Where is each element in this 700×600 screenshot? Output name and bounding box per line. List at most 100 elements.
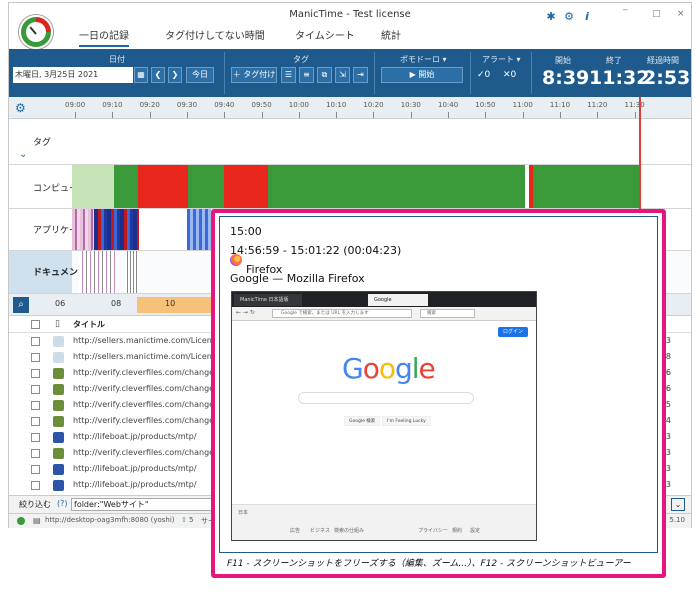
tab-untagged-time[interactable]: タグ付けしてない時間 [165, 27, 265, 42]
maximize-button[interactable]: □ [652, 9, 661, 19]
alert-ok-count[interactable]: ✓0 [477, 70, 490, 80]
footer-link: ビジネス [310, 528, 331, 534]
computer-usage-lane[interactable]: コンピューターの使用 [9, 165, 691, 209]
footer-link: 検索の仕組み [334, 528, 365, 534]
google-search-box [298, 392, 474, 404]
usage-bar[interactable] [268, 165, 525, 208]
usage-bar[interactable] [533, 165, 641, 208]
toolbar-separator [374, 52, 375, 94]
footer-link: 規約 [452, 528, 463, 534]
hour-label: 10 [165, 299, 176, 308]
app-bar[interactable] [187, 209, 211, 250]
alert-x-count[interactable]: ✕0 [503, 70, 516, 80]
ruler-tick-line [112, 112, 114, 118]
row-checkbox[interactable] [31, 401, 40, 410]
time-ruler[interactable]: ⚙ 09:00 09:10 09:20 09:30 09:40 09:50 10:00 10:… [9, 97, 691, 119]
row-checkbox[interactable] [31, 385, 40, 394]
settings-gear-icon[interactable]: ⚙ [15, 101, 26, 115]
gear-icon[interactable]: ⚙ [563, 11, 575, 23]
list-view-icon[interactable]: ☰ [281, 67, 296, 83]
puzzle-icon[interactable]: ✱ [545, 11, 557, 23]
google-logo-icon: Google [342, 352, 436, 385]
chevron-down-icon[interactable]: ⌄ [19, 149, 27, 160]
ruler-tick-label: 09:10 [102, 101, 123, 109]
add-tag-button[interactable]: ＋ タグ付け [231, 67, 277, 83]
tooltip-time: 15:00 [230, 225, 262, 238]
selected-range[interactable] [137, 297, 217, 313]
usage-bar[interactable] [114, 165, 138, 208]
help-icon[interactable]: (?) [57, 499, 68, 508]
google-search-button: Google 検索 [344, 416, 381, 426]
row-checkbox[interactable] [31, 449, 40, 458]
add-tag-label: タグ付け [243, 70, 276, 79]
ruler-tick-label: 10:10 [326, 101, 347, 109]
app-bar[interactable] [72, 209, 94, 250]
info-icon[interactable]: i [581, 11, 593, 23]
status-count: 5 [189, 516, 194, 524]
today-button[interactable]: 今日 [186, 67, 214, 83]
google-lucky-button: I'm Feeling Lucky [382, 416, 431, 426]
end-time-value: 11:32 [589, 67, 650, 89]
site-favicon-icon [53, 464, 64, 475]
ruler-tick-line [75, 112, 76, 118]
ruler-tick-line [634, 112, 636, 118]
tag-group-label: タグ [293, 55, 309, 64]
tab-statistics[interactable]: 統計 [381, 27, 401, 42]
app-bar[interactable] [94, 209, 139, 250]
tag-merge-icon[interactable]: ⇲ [335, 67, 350, 83]
document-header-icon: ▯ [55, 319, 60, 329]
select-all-checkbox[interactable] [31, 320, 40, 329]
row-title: http://lifeboat.jp/products/mtp/ [73, 464, 197, 473]
ruler-tick-line [410, 112, 412, 118]
pomodoro-group-label[interactable]: ポモドーロ ▾ [400, 54, 447, 65]
browser-url-field: Google で検索、または URL を入力します [272, 309, 412, 318]
title-column-header[interactable]: タイトル [73, 319, 105, 330]
tag-lane[interactable]: タグ ⌄ [9, 119, 691, 165]
toolbar-separator [470, 52, 471, 94]
server-address[interactable]: http://desktop-oag3mfh:8080 (yoshi) [45, 516, 175, 524]
next-day-button[interactable]: ❯ [168, 67, 182, 83]
row-checkbox[interactable] [31, 417, 40, 426]
date-group-label: 日付 [109, 55, 125, 64]
tab-daily-record[interactable]: 一日の記録 [79, 27, 129, 47]
tooltip-window-title: Google — Mozilla Firefox [230, 272, 365, 285]
tag-more-icon[interactable]: ⇥ [353, 67, 368, 83]
calendar-icon[interactable]: ▦ [134, 67, 148, 83]
document-bar[interactable] [79, 251, 115, 293]
row-checkbox[interactable] [31, 481, 40, 490]
ruler-tick-label: 11:00 [512, 101, 533, 109]
row-checkbox[interactable] [31, 337, 40, 346]
filter-dropdown-chevron-icon[interactable]: ⌄ [671, 498, 685, 511]
screenshot-thumbnail[interactable]: ManicTime 日本語版 Google ← → ↻ Google で検索、ま… [231, 291, 537, 541]
close-button[interactable]: × [677, 9, 685, 19]
tag-split-icon[interactable]: ⧉ [317, 67, 332, 83]
usage-bar[interactable] [224, 165, 268, 208]
pomodoro-start-button[interactable]: ▶ 開始 [381, 67, 463, 83]
usage-bar[interactable] [72, 165, 114, 208]
hour-label: 08 [111, 299, 122, 308]
ruler-tick-label: 10:30 [400, 101, 421, 109]
search-icon[interactable]: ⌕ [13, 297, 29, 313]
usage-bar[interactable] [188, 165, 224, 208]
ruler-tick-line [485, 112, 487, 118]
list-compact-icon[interactable]: ≡ [299, 67, 314, 83]
site-favicon-icon [53, 384, 64, 395]
start-time-value: 8:39 [542, 67, 590, 89]
row-checkbox[interactable] [31, 433, 40, 442]
row-title: http://verify.cleverfiles.com/changehid [73, 448, 227, 457]
minimize-button[interactable]: ‾ [623, 9, 628, 19]
row-checkbox[interactable] [31, 465, 40, 474]
alert-group-label[interactable]: アラート ▾ [482, 54, 521, 65]
row-checkbox[interactable] [31, 369, 40, 378]
previous-day-button[interactable]: ❮ [151, 67, 165, 83]
date-field[interactable]: 木曜日, 3月25日 2021 [13, 67, 133, 83]
ruler-tick-label: 09:20 [139, 101, 160, 109]
row-checkbox[interactable] [31, 353, 40, 362]
tab-timesheet[interactable]: タイムシート [295, 27, 355, 42]
document-bar[interactable] [125, 251, 137, 293]
filter-input[interactable]: folder:"Webサイト" [71, 498, 221, 511]
usage-bar[interactable] [138, 165, 188, 208]
browser-search-field: 検索 [420, 309, 475, 318]
tooltip-caption: F11 - スクリーンショットをフリーズする（編集、ズーム...）、F12 - … [227, 559, 631, 569]
row-title: http://sellers.manictime.com/License [73, 352, 221, 361]
